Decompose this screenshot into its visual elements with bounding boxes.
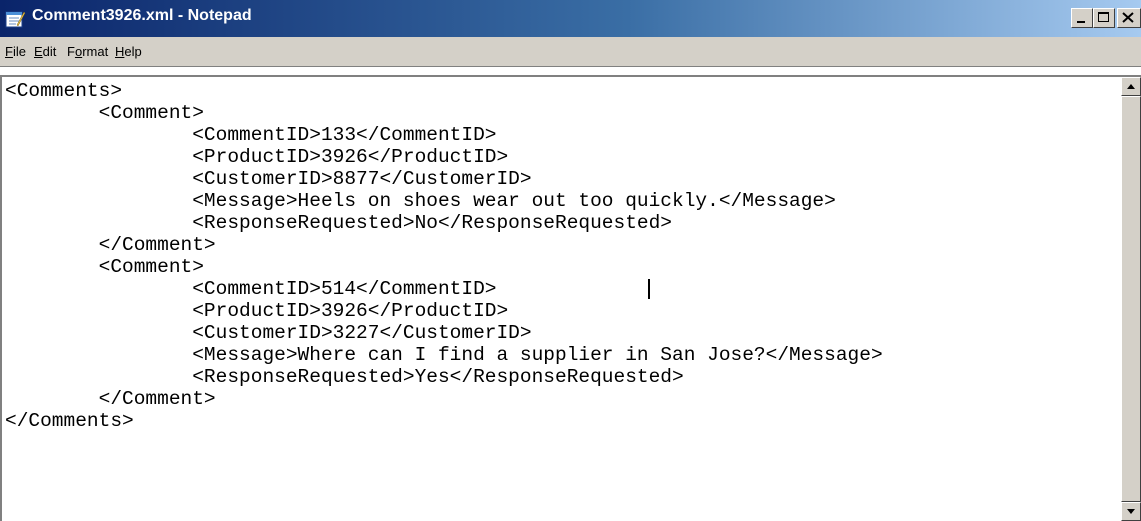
scroll-down-button[interactable] <box>1121 502 1141 521</box>
minimize-button[interactable] <box>1071 8 1093 28</box>
maximize-button[interactable] <box>1093 8 1115 28</box>
text-line: <ResponseRequested>Yes</ResponseRequeste… <box>5 366 684 388</box>
text-line: </Comment> <box>5 388 216 410</box>
text-line: <Message>Heels on shoes wear out too qui… <box>5 190 836 212</box>
document-text[interactable]: <Comments> <Comment> <CommentID>133</Com… <box>5 81 1123 521</box>
window-title: Comment3926.xml - Notepad <box>32 7 252 24</box>
text-line: <ProductID>3926</ProductID> <box>5 146 509 168</box>
title-bar[interactable]: Comment3926.xml - Notepad <box>0 0 1141 37</box>
close-button[interactable] <box>1117 8 1141 28</box>
text-line: </Comment> <box>5 234 216 256</box>
text-line: </Comments> <box>5 410 134 432</box>
text-line: <Comments> <box>5 81 123 102</box>
text-line: <ProductID>3926</ProductID> <box>5 300 509 322</box>
text-line: <CustomerID>8877</CustomerID> <box>5 168 532 190</box>
vertical-scrollbar[interactable] <box>1121 77 1141 521</box>
text-line: <Message>Where can I find a supplier in … <box>5 344 883 366</box>
scroll-up-button[interactable] <box>1121 77 1141 96</box>
menu-help[interactable]: Help <box>115 44 142 59</box>
text-line: <Comment> <box>5 256 204 278</box>
text-line: <ResponseRequested>No</ResponseRequested… <box>5 212 673 234</box>
notepad-icon <box>5 11 26 28</box>
text-line: <Comment> <box>5 102 204 124</box>
menu-edit[interactable]: Edit <box>34 44 56 59</box>
scroll-up-arrow-icon <box>1127 84 1135 89</box>
menu-bar: File Edit Format Help <box>0 37 1141 67</box>
menu-file[interactable]: File <box>5 44 26 59</box>
text-line: <CustomerID>3227</CustomerID> <box>5 322 532 344</box>
minimize-icon <box>1077 21 1085 23</box>
maximize-icon <box>1098 12 1109 22</box>
scroll-down-arrow-icon <box>1127 509 1135 514</box>
close-icon <box>1122 12 1134 23</box>
scroll-thumb[interactable] <box>1121 96 1141 502</box>
edit-area[interactable]: <Comments> <Comment> <CommentID>133</Com… <box>0 75 1141 521</box>
text-line: <CommentID>133</CommentID> <box>5 124 497 146</box>
text-line: <CommentID>514</CommentID> <box>5 278 497 300</box>
menu-format[interactable]: Format <box>67 44 108 59</box>
text-caret <box>648 279 650 299</box>
